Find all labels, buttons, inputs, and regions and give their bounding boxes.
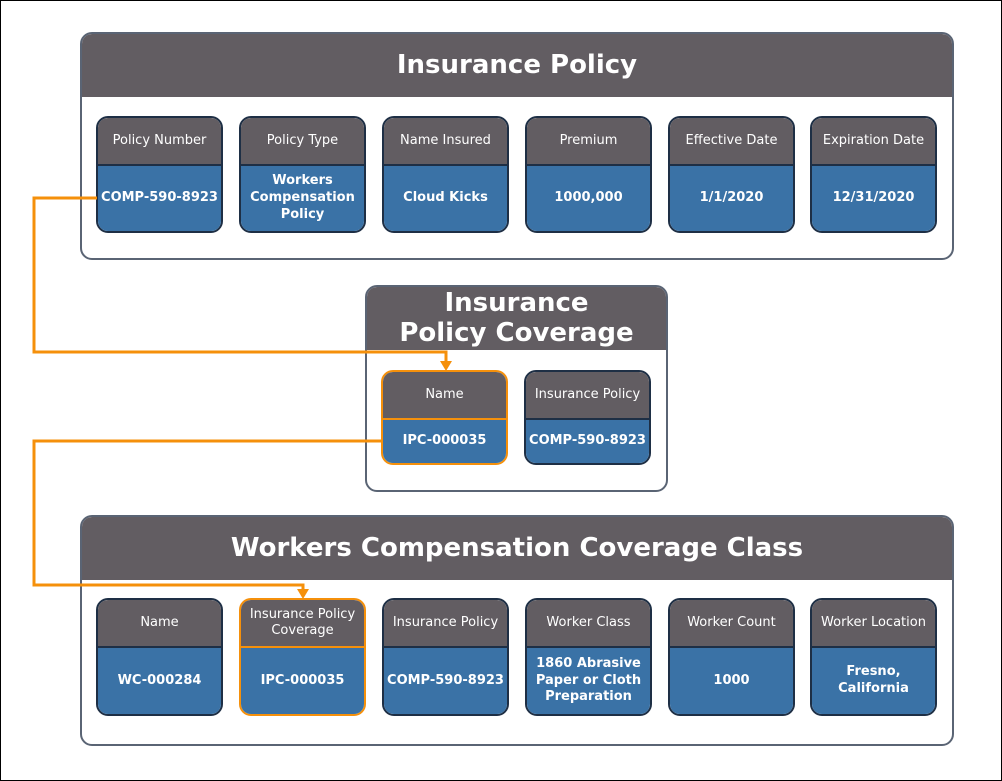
arrow-head-icon bbox=[440, 361, 452, 371]
connectors bbox=[32, 196, 452, 599]
arrow-head-icon bbox=[297, 589, 309, 599]
connector-coverage-to-class bbox=[32, 439, 382, 590]
connector-policy-to-coverage bbox=[32, 196, 448, 362]
